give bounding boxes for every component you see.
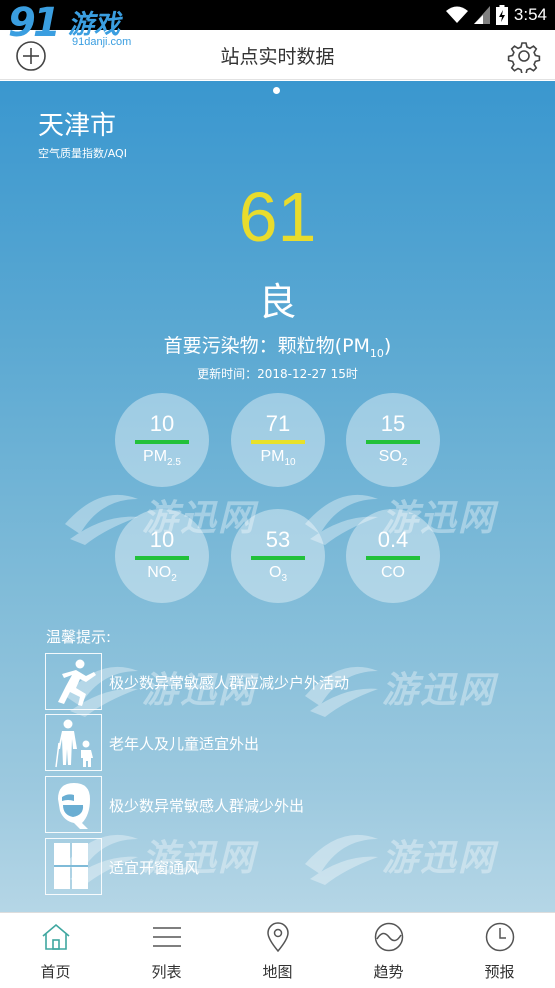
home-icon <box>41 923 70 950</box>
nav-item-home[interactable]: 首页 <box>0 913 111 988</box>
pollutant-name: NO2 <box>115 564 209 584</box>
pollutant-value: 10 <box>149 527 175 552</box>
nav-item-list[interactable]: 列表 <box>111 913 222 988</box>
aqi-value: 61 <box>238 178 317 256</box>
status-time: 3:54 <box>513 5 547 24</box>
station-panel[interactable]: 游迅网 游迅网 游迅网 游迅网 游迅网 游迅网 天津市 空气质量指数/AQI 6… <box>0 81 555 912</box>
brand-url: 91danji.com <box>72 36 132 48</box>
nav-label: 预报 <box>484 963 515 981</box>
masked-face-icon <box>45 776 102 833</box>
pollutant-name-main: PM <box>143 448 168 465</box>
nav-label: 地图 <box>262 963 293 981</box>
page-indicator-dot <box>273 87 280 94</box>
pollutant-level-bar <box>366 556 420 560</box>
pollutant-name-sub: 2 <box>171 573 177 585</box>
pollutant-name: CO <box>346 564 440 584</box>
status-icons: 3:54 <box>445 5 547 25</box>
pollutant-name-main: O <box>268 564 282 581</box>
map-pin-icon <box>266 922 289 953</box>
primary-pollutant-prefix: 首要污染物：颗粒物(PM <box>163 335 370 357</box>
pollutant-level-bar <box>135 556 189 560</box>
pollutant-bubble-pm25[interactable]: 10 PM2.5 <box>115 393 209 487</box>
running-person-icon <box>45 653 102 710</box>
pollutant-name-main: SO <box>378 448 402 465</box>
nav-item-forecast[interactable]: 预报 <box>444 913 555 988</box>
pollutant-name: PM2.5 <box>115 448 209 468</box>
brand-logo: 91 游戏 91danji.com <box>6 0 146 48</box>
aqi-label: 空气质量指数/AQI <box>38 147 127 160</box>
city-name: 天津市 <box>38 111 117 141</box>
pollutant-bubble-pm10[interactable]: 71 PM10 <box>231 393 325 487</box>
pollutant-level-bar <box>251 556 305 560</box>
settings-button[interactable] <box>507 39 541 75</box>
pollutant-bubble-so2[interactable]: 15 SO2 <box>346 393 440 487</box>
nav-label: 首页 <box>40 963 71 981</box>
clock-icon <box>485 922 514 952</box>
pollutant-name: SO2 <box>346 448 440 468</box>
tip-item: 老年人及儿童适宜外出 <box>45 714 525 772</box>
pollutant-level-bar <box>135 440 189 444</box>
bottom-nav: 首页 列表 地图 趋势 预报 <box>0 912 555 988</box>
update-time: 更新时间：2018-12-27 15时 <box>197 367 358 381</box>
pollutant-level-bar <box>366 440 420 444</box>
primary-pollutant: 首要污染物：颗粒物(PM10) <box>0 331 555 360</box>
signal-icon <box>473 6 490 24</box>
tip-item: 极少数异常敏感人群应减少户外活动 <box>45 653 525 711</box>
pollutant-name-main: CO <box>381 564 405 581</box>
wifi-icon <box>445 6 468 23</box>
pollutant-value: 15 <box>380 411 406 436</box>
pollutant-level-bar <box>251 440 305 444</box>
aqi-level: 良 <box>258 280 297 324</box>
pollutant-name: O3 <box>231 564 325 584</box>
list-icon <box>152 927 181 947</box>
pollutant-name: PM10 <box>231 448 325 468</box>
nav-item-map[interactable]: 地图 <box>222 913 333 988</box>
tip-text: 极少数异常敏感人群应减少户外活动 <box>109 674 350 692</box>
tips-heading: 温馨提示: <box>46 628 112 646</box>
pollutant-name-main: NO <box>147 564 172 581</box>
pollutant-value: 53 <box>265 527 291 552</box>
pollutant-value: 0.4 <box>377 527 409 552</box>
tip-text: 极少数异常敏感人群减少外出 <box>109 797 305 815</box>
tip-item: 极少数异常敏感人群减少外出 <box>45 776 525 834</box>
nav-label: 趋势 <box>373 963 404 981</box>
pollutant-name-sub: 2 <box>401 457 408 469</box>
pollutant-name-sub: 3 <box>281 573 287 585</box>
nav-item-trend[interactable]: 趋势 <box>333 913 444 988</box>
tip-text: 适宜开窗通风 <box>109 859 200 877</box>
gear-icon <box>507 42 541 75</box>
pollutant-bubble-co[interactable]: 0.4 CO <box>346 509 440 603</box>
brand-number: 91 <box>8 0 61 46</box>
tip-text: 老年人及儿童适宜外出 <box>109 735 260 753</box>
tip-item: 适宜开窗通风 <box>45 838 525 896</box>
trend-icon <box>374 922 403 952</box>
pollutant-bubble-o3[interactable]: 53 O3 <box>231 509 325 603</box>
primary-pollutant-suffix: ) <box>383 335 392 357</box>
pollutant-name-main: PM <box>260 448 285 465</box>
battery-icon <box>495 5 508 25</box>
pollutant-name-sub: 2.5 <box>167 457 181 469</box>
pollutant-name-sub: 10 <box>284 457 296 469</box>
primary-pollutant-sub: 10 <box>369 346 384 360</box>
pollutant-value: 10 <box>149 411 175 436</box>
pollutant-value: 71 <box>265 411 291 436</box>
nav-label: 列表 <box>151 963 182 981</box>
window-icon <box>45 838 102 895</box>
pollutant-bubble-no2[interactable]: 10 NO2 <box>115 509 209 603</box>
elderly-child-icon <box>45 714 102 771</box>
